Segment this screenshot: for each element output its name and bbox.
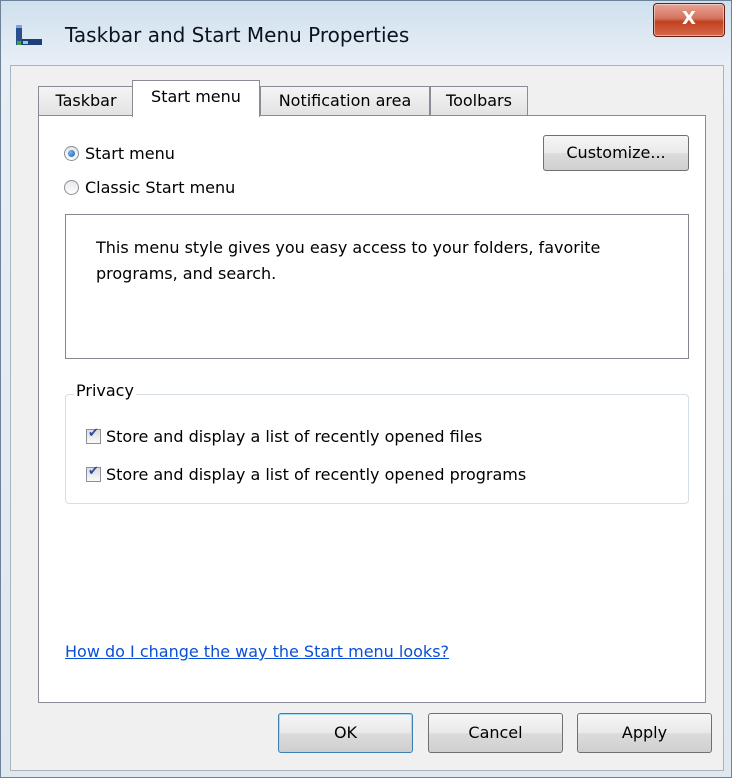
taskbar-icon bbox=[15, 23, 45, 49]
customize-button[interactable]: Customize... bbox=[543, 135, 689, 171]
title-bar[interactable]: Taskbar and Start Menu Properties X bbox=[1, 1, 731, 65]
recent-programs-label: Store and display a list of recently ope… bbox=[106, 465, 527, 484]
description-box: This menu style gives you easy access to… bbox=[65, 214, 689, 359]
style-description: This menu style gives you easy access to… bbox=[96, 238, 601, 283]
checkbox-recent-programs[interactable]: Store and display a list of recently ope… bbox=[86, 464, 527, 484]
radio-selected-icon[interactable] bbox=[64, 146, 79, 161]
checkbox-recent-files[interactable]: Store and display a list of recently ope… bbox=[86, 426, 483, 446]
privacy-group-label: Privacy bbox=[74, 381, 136, 400]
checkbox-checked-icon[interactable] bbox=[86, 464, 101, 482]
radio-classic-label: Classic Start menu bbox=[85, 178, 236, 197]
radio-classic-start-menu[interactable]: Classic Start menu bbox=[64, 178, 235, 202]
properties-window: Taskbar and Start Menu Properties X Task… bbox=[0, 0, 732, 778]
tab-notification-area[interactable]: Notification area bbox=[260, 86, 430, 116]
checkbox-checked-icon[interactable] bbox=[86, 426, 101, 444]
ok-button[interactable]: OK bbox=[278, 713, 413, 753]
help-link[interactable]: How do I change the way the Start menu l… bbox=[65, 642, 449, 661]
close-icon: X bbox=[682, 8, 696, 29]
tab-toolbars[interactable]: Toolbars bbox=[430, 86, 528, 116]
dialog-client-area: Taskbar Start menu Notification area Too… bbox=[10, 65, 724, 771]
cancel-button[interactable]: Cancel bbox=[428, 713, 563, 753]
window-title: Taskbar and Start Menu Properties bbox=[65, 23, 410, 47]
tab-taskbar[interactable]: Taskbar bbox=[38, 86, 134, 116]
tab-start-menu[interactable]: Start menu bbox=[132, 80, 260, 117]
radio-start-menu[interactable]: Start menu bbox=[64, 144, 175, 168]
radio-start-menu-label: Start menu bbox=[85, 144, 175, 163]
apply-button[interactable]: Apply bbox=[577, 713, 712, 753]
privacy-group: Privacy Store and display a list of rece… bbox=[65, 381, 689, 504]
start-menu-panel: Start menu Classic Start menu Customize.… bbox=[38, 115, 706, 703]
close-button[interactable]: X bbox=[653, 3, 725, 37]
recent-files-label: Store and display a list of recently ope… bbox=[106, 427, 483, 446]
radio-unselected-icon[interactable] bbox=[64, 180, 79, 195]
